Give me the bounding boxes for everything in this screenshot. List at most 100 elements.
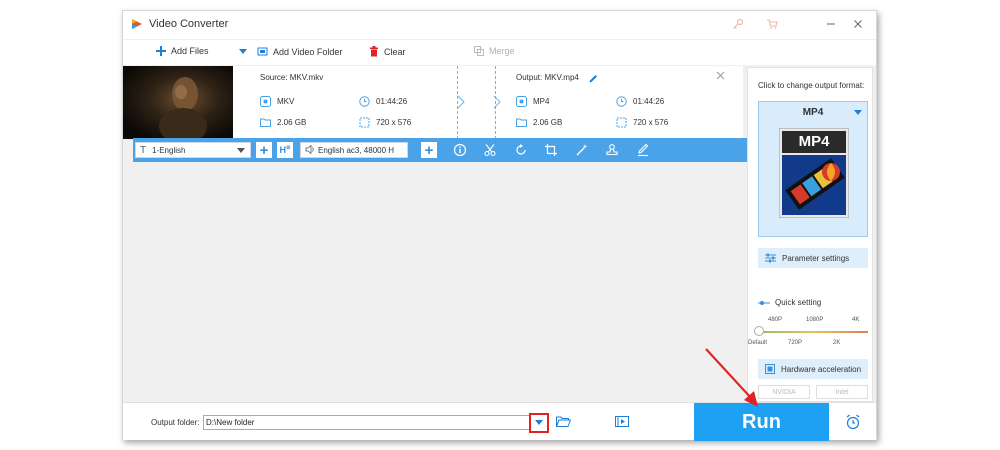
output-folder-dropdown[interactable]: [529, 413, 549, 433]
add-audio-button[interactable]: +: [421, 142, 437, 158]
run-button[interactable]: Run: [694, 403, 829, 441]
slider-label-top-3: 4K: [852, 317, 860, 323]
info-icon[interactable]: [453, 143, 467, 157]
clock-icon: [359, 96, 370, 107]
remove-file-icon[interactable]: [716, 71, 725, 80]
quick-setting-label: Quick setting: [775, 298, 822, 307]
slider-label-bottom-2: 720P: [788, 340, 803, 346]
merge-icon: [474, 46, 484, 56]
thumbnail-image: [159, 77, 207, 144]
watermark-stamp-icon[interactable]: [605, 143, 619, 157]
minimize-button[interactable]: [823, 16, 839, 32]
open-folder-icon[interactable]: [556, 415, 571, 428]
edit-pencil-icon[interactable]: [588, 73, 599, 84]
format-icon: [260, 96, 271, 107]
caret-down-icon: [237, 148, 245, 153]
add-subtitle-button[interactable]: +: [256, 142, 272, 158]
title-bar: Video Converter: [123, 11, 876, 39]
source-duration: 01:44:26: [359, 96, 407, 107]
file-list-area[interactable]: [123, 162, 743, 402]
output-size-value: 2.06 GB: [533, 118, 563, 127]
caret-down-icon: [535, 420, 543, 425]
nvidia-label: NVIDIA: [772, 388, 796, 396]
subtitle-value: 1-English: [152, 145, 186, 155]
intel-toggle[interactable]: Intel: [816, 385, 868, 399]
source-format-value: MKV: [277, 97, 295, 106]
source-size-value: 2.06 GB: [277, 118, 307, 127]
intel-label: Intel: [835, 388, 849, 396]
audio-track-select[interactable]: English ac3, 48000 H: [300, 142, 408, 158]
file-item-card[interactable]: Source: MKV.mkv MKV 01:44:26 2.06 GB 720…: [123, 66, 743, 144]
output-format: MP4: [516, 96, 549, 107]
h-subtitle-icon: H⚙: [279, 144, 291, 155]
subtitle-select[interactable]: T 1-English: [135, 142, 251, 158]
mp4-format-icon-text: MP4: [798, 133, 830, 150]
output-format-selector[interactable]: MP4 MP4: [758, 101, 868, 237]
source-resolution-value: 720 x 576: [376, 118, 412, 127]
output-folder-input[interactable]: D:\New folder: [203, 415, 548, 430]
effects-wand-icon[interactable]: [575, 143, 589, 157]
output-format-panel: Click to change output format: MP4 MP4 P…: [747, 67, 873, 402]
close-button[interactable]: [850, 16, 866, 32]
parameter-settings-label: Parameter settings: [782, 253, 850, 263]
format-name: MP4: [802, 107, 824, 118]
add-files-dropdown[interactable]: [239, 49, 247, 55]
add-files-label: Add Files: [171, 46, 209, 56]
main-toolbar: Add Files Add Video Folder Clear Merge: [123, 39, 876, 65]
folder-icon: [516, 118, 527, 127]
output-size: 2.06 GB: [516, 117, 562, 128]
speaker-icon: [305, 144, 315, 156]
hardware-acceleration-button[interactable]: Hardware acceleration: [758, 359, 868, 379]
subtitle-edit-icon[interactable]: [636, 143, 650, 157]
key-icon[interactable]: [730, 16, 746, 32]
text-t-icon: T: [140, 144, 147, 156]
source-size: 2.06 GB: [260, 117, 306, 128]
nvidia-toggle[interactable]: NVIDIA: [758, 385, 810, 399]
quality-slider-knob[interactable]: [754, 326, 764, 336]
clock-icon: [616, 96, 627, 107]
audio-track-value: English ac3, 48000 H: [318, 145, 395, 155]
output-folder-label: Output folder:: [151, 418, 200, 427]
caret-down-icon: [854, 110, 862, 115]
hardware-acceleration-label: Hardware acceleration: [781, 364, 862, 374]
merge-button[interactable]: Merge: [474, 46, 515, 56]
scissors-icon[interactable]: [483, 143, 497, 157]
add-files-button[interactable]: Add Files: [156, 46, 209, 56]
video-thumbnail[interactable]: [123, 66, 233, 144]
folder-icon: [260, 118, 271, 127]
format-prompt: Click to change output format:: [758, 81, 865, 90]
source-resolution: 720 x 576: [359, 117, 411, 128]
cart-icon[interactable]: [764, 16, 780, 32]
folder-add-icon: [257, 47, 268, 56]
resolution-icon: [616, 117, 627, 128]
slider-label-top-2: 1080P: [806, 317, 824, 323]
merge-label: Merge: [489, 46, 515, 56]
slider-label-top-1: 480P: [768, 317, 783, 323]
add-video-folder-label: Add Video Folder: [273, 46, 343, 57]
bottom-bar: Output folder: D:\New folder Run: [123, 402, 876, 441]
clear-label: Clear: [384, 46, 406, 57]
clear-button[interactable]: Clear: [369, 46, 406, 57]
add-video-folder-button[interactable]: Add Video Folder: [257, 46, 342, 57]
output-filename: Output: MKV.mp4: [516, 73, 579, 82]
source-filename: Source: MKV.mkv: [260, 73, 324, 82]
trash-icon: [370, 46, 378, 57]
sliders-icon: [765, 253, 776, 263]
subtitle-settings-button[interactable]: H⚙: [277, 142, 293, 158]
rotate-icon[interactable]: [514, 143, 528, 157]
parameter-settings-button[interactable]: Parameter settings: [758, 248, 868, 268]
output-format-value: MP4: [533, 97, 550, 106]
slider-label-bottom-3: 2K: [833, 340, 841, 346]
video-folder-icon[interactable]: [615, 415, 629, 428]
source-duration-value: 01:44:26: [376, 97, 408, 106]
output-resolution-value: 720 x 576: [633, 118, 669, 127]
output-duration: 01:44:26: [616, 96, 664, 107]
quality-slider-track[interactable]: [760, 331, 868, 333]
alarm-clock-icon[interactable]: [845, 414, 861, 430]
source-format: MKV: [260, 96, 294, 107]
output-duration-value: 01:44:26: [633, 97, 665, 106]
format-icon: [516, 96, 527, 107]
quick-setting-header: Quick setting: [758, 298, 821, 307]
chevron-right-icon: [457, 95, 465, 109]
crop-icon[interactable]: [544, 143, 558, 157]
